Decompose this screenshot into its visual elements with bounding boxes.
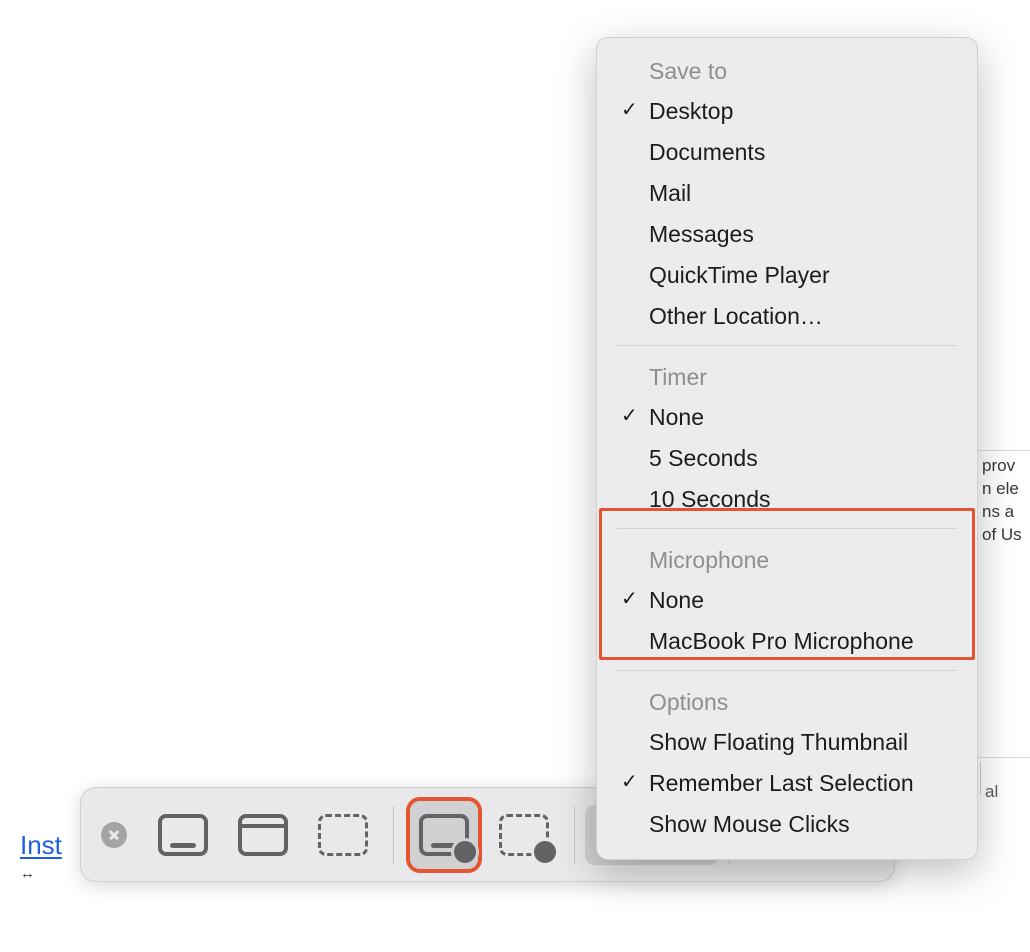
menu-section-timer: Timer	[597, 354, 977, 397]
menu-item-timer-5s[interactable]: 5 Seconds	[597, 438, 977, 479]
close-icon[interactable]	[101, 822, 127, 848]
record-selection-icon	[499, 814, 549, 856]
menu-item-documents[interactable]: Documents	[597, 132, 977, 173]
menu-divider-3	[617, 670, 957, 671]
menu-item-desktop[interactable]: Desktop	[597, 91, 977, 132]
capture-entire-screen-button[interactable]	[147, 799, 219, 871]
record-selection-button[interactable]	[488, 799, 560, 871]
menu-divider	[617, 345, 957, 346]
menu-section-options: Options	[597, 679, 977, 722]
bg-text-fragment-2: al	[985, 782, 998, 802]
bg-divider-2	[978, 757, 1030, 758]
menu-item-messages[interactable]: Messages	[597, 214, 977, 255]
menu-item-mail[interactable]: Mail	[597, 173, 977, 214]
menu-item-quicktime[interactable]: QuickTime Player	[597, 255, 977, 296]
resize-indicator: ↔	[20, 865, 35, 882]
link-fragment[interactable]: Inst	[20, 830, 62, 861]
menu-item-floating-thumb[interactable]: Show Floating Thumbnail	[597, 722, 977, 763]
capture-entire-screen-icon	[158, 814, 208, 856]
menu-item-timer-10s[interactable]: 10 Seconds	[597, 479, 977, 520]
menu-item-other-location[interactable]: Other Location…	[597, 296, 977, 337]
capture-selection-icon	[318, 814, 368, 856]
capture-selection-button[interactable]	[307, 799, 379, 871]
menu-section-save-to: Save to	[597, 48, 977, 91]
record-entire-screen-button[interactable]	[408, 799, 480, 871]
toolbar-separator	[393, 806, 394, 864]
menu-item-timer-none[interactable]: None	[597, 397, 977, 438]
capture-window-button[interactable]	[227, 799, 299, 871]
toolbar-separator-2	[574, 806, 575, 864]
menu-item-mic-none[interactable]: None	[597, 580, 977, 621]
menu-item-show-mouse-clicks[interactable]: Show Mouse Clicks	[597, 804, 977, 845]
options-menu: Save to Desktop Documents Mail Messages …	[596, 37, 978, 860]
menu-item-mic-macbook[interactable]: MacBook Pro Microphone	[597, 621, 977, 662]
bg-divider	[978, 450, 1030, 451]
menu-item-remember-selection[interactable]: Remember Last Selection	[597, 763, 977, 804]
capture-window-icon	[238, 814, 288, 856]
menu-divider-2	[617, 528, 957, 529]
menu-section-microphone: Microphone	[597, 537, 977, 580]
bg-divider-vertical	[980, 762, 981, 794]
record-entire-screen-icon	[419, 814, 469, 856]
bg-text-fragment: prov n ele ns a of Us	[982, 455, 1030, 547]
